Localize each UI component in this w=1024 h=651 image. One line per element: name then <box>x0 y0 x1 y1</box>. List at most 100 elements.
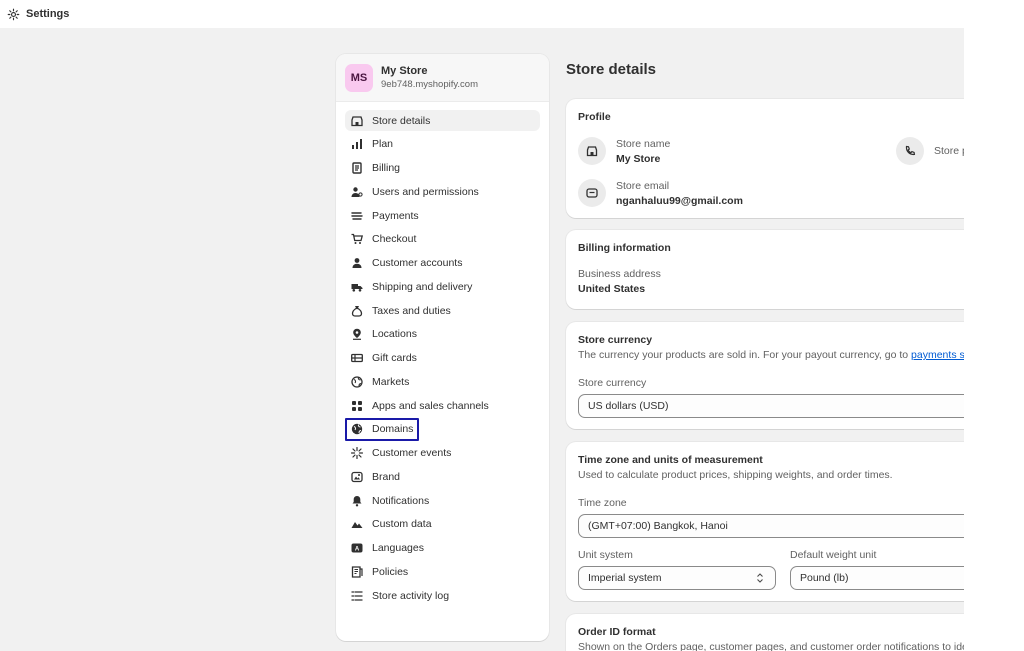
page-title: Store details <box>566 61 657 78</box>
store-icon <box>351 115 363 127</box>
custom-data-icon <box>351 518 363 530</box>
gear-icon <box>6 7 20 21</box>
language-icon: A <box>351 542 363 554</box>
sidebar-item-domains[interactable]: Domains <box>345 417 540 441</box>
sidebar-item-locations[interactable]: Locations <box>345 324 540 345</box>
gift-card-icon <box>351 352 363 364</box>
store-name: My Store <box>381 65 428 77</box>
sidebar-item-label: Custom data <box>372 518 432 531</box>
currency-description: The currency your products are sold in. … <box>578 349 964 361</box>
weight-unit-label: Default weight unit <box>790 549 877 561</box>
sidebar-item-custom-data[interactable]: Custom data <box>345 514 540 535</box>
avatar: MS <box>345 63 373 92</box>
profile-card: Profile Store name My Store Store email … <box>566 99 964 218</box>
domain-globe-icon <box>351 423 363 435</box>
billing-icon <box>351 162 363 174</box>
billing-card: Billing information Business address Uni… <box>566 230 964 309</box>
sidebar-item-label: Plan <box>372 138 394 151</box>
store-name-label: Store name <box>616 137 671 150</box>
sidebar-item-activity-log[interactable]: Store activity log <box>345 585 540 606</box>
sidebar-item-taxes[interactable]: Taxes and duties <box>345 300 540 321</box>
card-title: Time zone and units of measurement <box>578 454 763 466</box>
store-domain: 9eb748.myshopify.com <box>381 79 478 90</box>
sidebar-item-brand[interactable]: Brand <box>345 466 540 487</box>
timezone-label: Time zone <box>578 497 627 509</box>
globe-icon <box>351 376 363 388</box>
brand-icon <box>351 471 363 483</box>
settings-sidebar: MS My Store 9eb748.myshopify.com Store d… <box>336 54 549 641</box>
sidebar-item-customer-events[interactable]: Customer events <box>345 443 540 464</box>
store-phone-row[interactable]: Store p <box>896 137 964 165</box>
top-bar: Settings <box>0 0 1024 28</box>
sidebar-item-plan[interactable]: Plan <box>345 134 540 155</box>
store-icon <box>578 137 606 165</box>
sidebar-item-label: Taxes and duties <box>372 304 451 317</box>
store-header[interactable]: MS My Store 9eb748.myshopify.com <box>336 54 549 102</box>
sidebar-item-apps[interactable]: Apps and sales channels <box>345 395 540 416</box>
sidebar-item-store-details[interactable]: Store details <box>345 110 540 131</box>
svg-text:A: A <box>355 547 360 553</box>
sidebar-item-languages[interactable]: A Languages <box>345 538 540 559</box>
currency-card: Store currency The currency your product… <box>566 322 964 429</box>
weight-unit-select[interactable]: Pound (lb) <box>790 566 964 590</box>
order-id-description: Shown on the Orders page, customer pages… <box>578 641 964 651</box>
email-icon <box>578 179 606 207</box>
sidebar-item-label: Locations <box>372 328 417 341</box>
sidebar-item-checkout[interactable]: Checkout <box>345 229 540 250</box>
store-phone-label: Store p <box>934 145 964 157</box>
currency-label: Store currency <box>578 377 647 389</box>
phone-icon <box>896 137 924 165</box>
sidebar-item-payments[interactable]: Payments <box>345 205 540 226</box>
sidebar-item-label: Gift cards <box>372 352 417 364</box>
sidebar-item-policies[interactable]: Policies <box>345 561 540 582</box>
sidebar-item-shipping[interactable]: Shipping and delivery <box>345 276 540 297</box>
sidebar-item-notifications[interactable]: Notifications <box>345 490 540 511</box>
unit-system-label: Unit system <box>578 549 633 561</box>
sidebar-item-label: Domains <box>372 423 414 436</box>
store-name-value: My Store <box>616 152 661 165</box>
cart-icon <box>351 233 363 245</box>
currency-select[interactable]: US dollars (USD) <box>578 394 964 418</box>
store-email-value: nganhaluu99@gmail.com <box>616 194 743 207</box>
settings-nav: Store details Plan Billing Users and per… <box>336 102 549 606</box>
card-title: Profile <box>578 111 611 123</box>
unit-system-select[interactable]: Imperial system <box>578 566 776 590</box>
card-title: Order ID format <box>578 626 656 638</box>
order-id-card: Order ID format Shown on the Orders page… <box>566 614 964 651</box>
page-heading: Settings <box>26 8 70 20</box>
timezone-select[interactable]: (GMT+07:00) Bangkok, Hanoi <box>578 514 964 538</box>
card-title: Billing information <box>578 242 671 254</box>
policy-icon <box>351 566 363 578</box>
sidebar-item-label: Shipping and delivery <box>372 280 473 293</box>
payments-settings-link[interactable]: payments set <box>911 349 964 361</box>
list-icon <box>351 590 363 602</box>
truck-icon <box>351 281 363 293</box>
sidebar-item-label: Store details <box>372 114 431 127</box>
card-title: Store currency <box>578 334 653 346</box>
sidebar-item-label: Payments <box>372 209 419 222</box>
plan-icon <box>351 138 363 150</box>
sidebar-item-label: Customer events <box>372 447 452 459</box>
store-name-row[interactable]: Store name My Store <box>578 137 670 165</box>
sidebar-item-markets[interactable]: Markets <box>345 371 540 392</box>
sidebar-item-label: Apps and sales channels <box>372 399 489 412</box>
sidebar-item-label: Users and permissions <box>372 185 479 198</box>
person-icon <box>351 257 363 269</box>
sidebar-item-users[interactable]: Users and permissions <box>345 181 540 202</box>
tax-bag-icon <box>351 305 363 317</box>
store-email-label: Store email <box>616 179 670 192</box>
timezone-card: Time zone and units of measurement Used … <box>566 442 964 601</box>
sidebar-item-label: Policies <box>372 565 409 578</box>
location-pin-icon <box>351 328 363 341</box>
store-email-row[interactable]: Store email nganhaluu99@gmail.com <box>578 179 743 207</box>
timezone-description: Used to calculate product prices, shippi… <box>578 469 893 481</box>
business-address-value: United States <box>578 283 646 295</box>
sidebar-item-billing[interactable]: Billing <box>345 158 540 179</box>
sidebar-item-label: Languages <box>372 542 424 554</box>
sidebar-item-label: Customer accounts <box>372 257 463 269</box>
settings-canvas: MS My Store 9eb748.myshopify.com Store d… <box>0 28 964 651</box>
business-address-label: Business address <box>578 268 661 280</box>
sidebar-item-gift-cards[interactable]: Gift cards <box>345 348 540 369</box>
sidebar-item-label: Checkout <box>372 233 417 246</box>
sidebar-item-customer-accounts[interactable]: Customer accounts <box>345 253 540 274</box>
